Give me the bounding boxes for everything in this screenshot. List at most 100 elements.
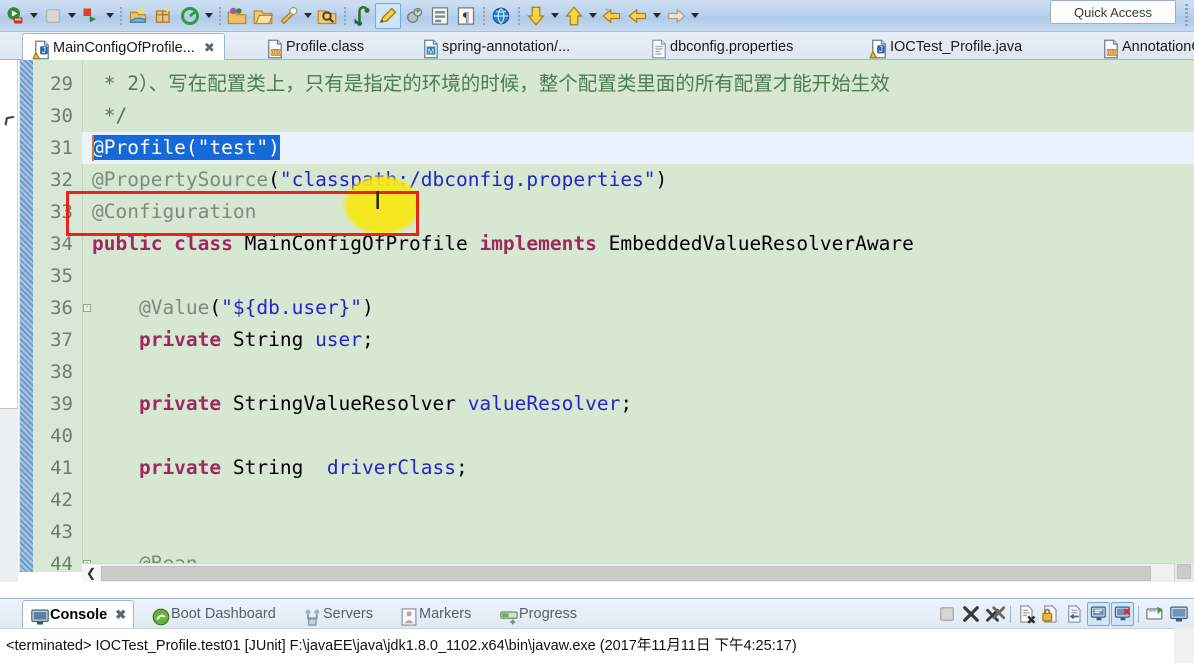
code-line[interactable]: @PropertySource("classpath:/dbconfig.pro… [92, 164, 667, 196]
display-selected-console-button[interactable] [1111, 602, 1134, 626]
editor-tab-ioctest-profile-java[interactable]: J IOCTest_Profile.java [860, 34, 1031, 60]
code-token: ) [362, 296, 374, 319]
editor-tab-bar: J MainConfigOfProfile... ✖ 010 Profile.class… [0, 32, 1194, 61]
console-tab-markers[interactable]: Markers [392, 601, 478, 627]
git-button[interactable] [349, 3, 375, 29]
code-token: @Configuration [92, 200, 257, 223]
debug-dropdown[interactable] [104, 4, 116, 28]
code-line[interactable]: * 2）、写在配置类上，只有是指定的环境的时候，整个配置类里面的所有配置才能开始… [92, 68, 890, 100]
code-line[interactable]: @Configuration [92, 196, 256, 228]
globe-icon [491, 6, 511, 26]
debug-button[interactable] [78, 3, 104, 29]
previous-annotation-button[interactable] [561, 3, 587, 29]
open-type-button[interactable] [224, 3, 250, 29]
toolbar-end-separator [1185, 4, 1188, 26]
code-line[interactable]: public class MainConfigOfProfile impleme… [92, 228, 914, 260]
horizontal-scroll-thumb[interactable] [101, 565, 1151, 581]
open-console-button[interactable] [1143, 602, 1166, 626]
next-annotation-button[interactable] [523, 3, 549, 29]
external-tools-button[interactable] [276, 3, 302, 29]
code-token: private [92, 328, 222, 351]
code-token: StringValueResolver [221, 392, 468, 415]
external-tools-dropdown[interactable] [302, 4, 314, 28]
code-line[interactable]: */ [92, 100, 128, 132]
stop-button[interactable] [40, 3, 66, 29]
forward-dropdown[interactable] [689, 4, 701, 28]
editor-tab-dbconfig-properties[interactable]: dbconfig.properties [640, 34, 802, 60]
block-selection-icon [430, 6, 450, 26]
coverage-button[interactable] [177, 3, 203, 29]
chevron-down-icon [106, 13, 114, 18]
code-token: "classpath:/dbconfig.properties" [279, 168, 656, 191]
scroll-left-arrow-icon[interactable]: ❮ [82, 563, 100, 583]
console-output-area[interactable]: <terminated> IOCTest_Profile.test01 [JUn… [0, 628, 1194, 663]
open-resource-button[interactable] [250, 3, 276, 29]
arrow-right-icon [666, 6, 686, 26]
code-line[interactable]: private String driverClass; [92, 452, 468, 484]
code-token: ; [455, 456, 468, 479]
console-tab-console[interactable]: Console ✖ [22, 600, 135, 628]
word-wrap-button[interactable] [1063, 602, 1086, 626]
code-text-area[interactable]: * 2）、写在配置类上，只有是指定的环境的时候，整个配置类里面的所有配置才能开始… [82, 60, 1194, 572]
remove-all-launches-button[interactable] [983, 602, 1006, 626]
console-tab-servers[interactable]: Servers [296, 601, 380, 627]
collapse-arrow-icon[interactable]: ❮ [1, 110, 18, 127]
open-web-browser-button[interactable] [488, 3, 514, 29]
pin-console-button[interactable] [1087, 602, 1110, 626]
vertical-scroll-thumb[interactable] [1177, 564, 1191, 579]
console-tab-progress[interactable]: Progress [492, 601, 584, 627]
editor-vertical-scrollbar[interactable] [1174, 563, 1194, 582]
clear-console-button[interactable] [1015, 602, 1038, 626]
toggle-block-selection-button[interactable] [427, 3, 453, 29]
code-token: private [92, 392, 222, 415]
pencil-highlight-button[interactable] [375, 2, 401, 29]
search-button[interactable] [314, 3, 340, 29]
run-button[interactable] [2, 3, 28, 29]
editor-tab-spring-annotation-[interactable]: Mspring-annotation/... [412, 34, 579, 60]
run-dropdown[interactable] [28, 4, 40, 28]
editor-tab-mainconfigofprofile-[interactable]: J MainConfigOfProfile... ✖ [22, 33, 225, 61]
new-java-project-button[interactable] [125, 3, 151, 29]
tab-close-icon[interactable]: ✖ [115, 607, 126, 623]
back-dropdown[interactable] [651, 4, 663, 28]
servers-icon [303, 607, 320, 626]
scroll-lock-button[interactable] [1039, 602, 1062, 626]
chevron-down-icon [653, 13, 661, 18]
tab-close-icon[interactable]: ✖ [204, 40, 215, 56]
progress-icon [499, 607, 518, 624]
console-panel: Console ✖ Boot Dashboard Servers Markers Prog… [0, 598, 1194, 663]
code-token: ( [268, 168, 280, 191]
new-console-view-button[interactable] [1167, 602, 1190, 626]
back-button[interactable] [625, 3, 651, 29]
run-icon [5, 6, 25, 26]
coverage-dropdown[interactable] [203, 4, 215, 28]
console-tab-label: Boot Dashboard [171, 606, 276, 622]
console-tab-boot-dashboard[interactable]: Boot Dashboard [144, 601, 283, 627]
svg-text:M: M [428, 46, 434, 55]
remove-launch-button[interactable] [959, 602, 982, 626]
stop-dropdown[interactable] [66, 4, 78, 28]
editor-horizontal-scrollbar[interactable]: ❮ [82, 563, 1174, 583]
pin-console-icon [1089, 604, 1109, 624]
code-token: driverClass [326, 456, 456, 479]
toolbar-separator [514, 5, 523, 27]
annotation-ruler[interactable] [19, 60, 33, 572]
last-edit-location-button[interactable] [599, 3, 625, 29]
maven-button[interactable] [401, 3, 427, 29]
chevron-down-icon [589, 13, 597, 18]
new-package-button[interactable] [151, 3, 177, 29]
show-whitespace-button[interactable]: ¶ [453, 3, 479, 29]
editor-tab-profile-class[interactable]: 010 Profile.class [256, 34, 373, 60]
editor-tab-annotationc[interactable]: 010 AnnotationC [1092, 34, 1194, 60]
terminate-button[interactable] [935, 602, 958, 626]
code-line[interactable]: private String user; [92, 324, 374, 356]
code-line[interactable]: @Value("${db.user}") [92, 292, 374, 324]
quick-access-field[interactable]: Quick Access [1050, 0, 1176, 24]
previous-annotation-dropdown[interactable] [587, 4, 599, 28]
code-line[interactable]: private StringValueResolver valueResolve… [92, 388, 632, 420]
next-annotation-dropdown[interactable] [549, 4, 561, 28]
forward-button[interactable] [663, 3, 689, 29]
fold-toggle[interactable]: - [83, 304, 91, 312]
code-line[interactable]: @Profile("test") [92, 132, 280, 164]
console-scroll-area[interactable] [1174, 628, 1194, 663]
